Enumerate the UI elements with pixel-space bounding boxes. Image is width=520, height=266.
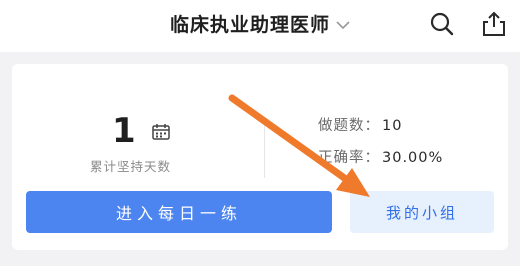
chevron-down-icon[interactable] (336, 15, 350, 34)
accuracy-rate: 正确率： 30.00% (318, 146, 443, 167)
streak-counter: 1 (112, 114, 170, 148)
my-group-button[interactable]: 我的小组 (350, 191, 494, 233)
top-header: 临床执业助理医师 (0, 0, 520, 52)
accuracy-value: 30.00% (382, 150, 444, 166)
questions-label: 做题数： (318, 118, 380, 134)
streak-label: 累计坚持天数 (90, 159, 172, 174)
streak-value: 1 (112, 111, 136, 151)
daily-practice-button[interactable]: 进入每日一练 (26, 191, 332, 233)
search-icon[interactable] (428, 10, 456, 38)
calendar-icon[interactable] (151, 124, 170, 144)
questions-count: 做题数： 10 (318, 114, 402, 135)
share-icon[interactable] (480, 10, 508, 38)
stats-divider (264, 120, 265, 178)
page-title: 临床执业助理医师 (169, 13, 330, 36)
questions-value: 10 (382, 118, 403, 134)
accuracy-label: 正确率： (318, 150, 380, 166)
